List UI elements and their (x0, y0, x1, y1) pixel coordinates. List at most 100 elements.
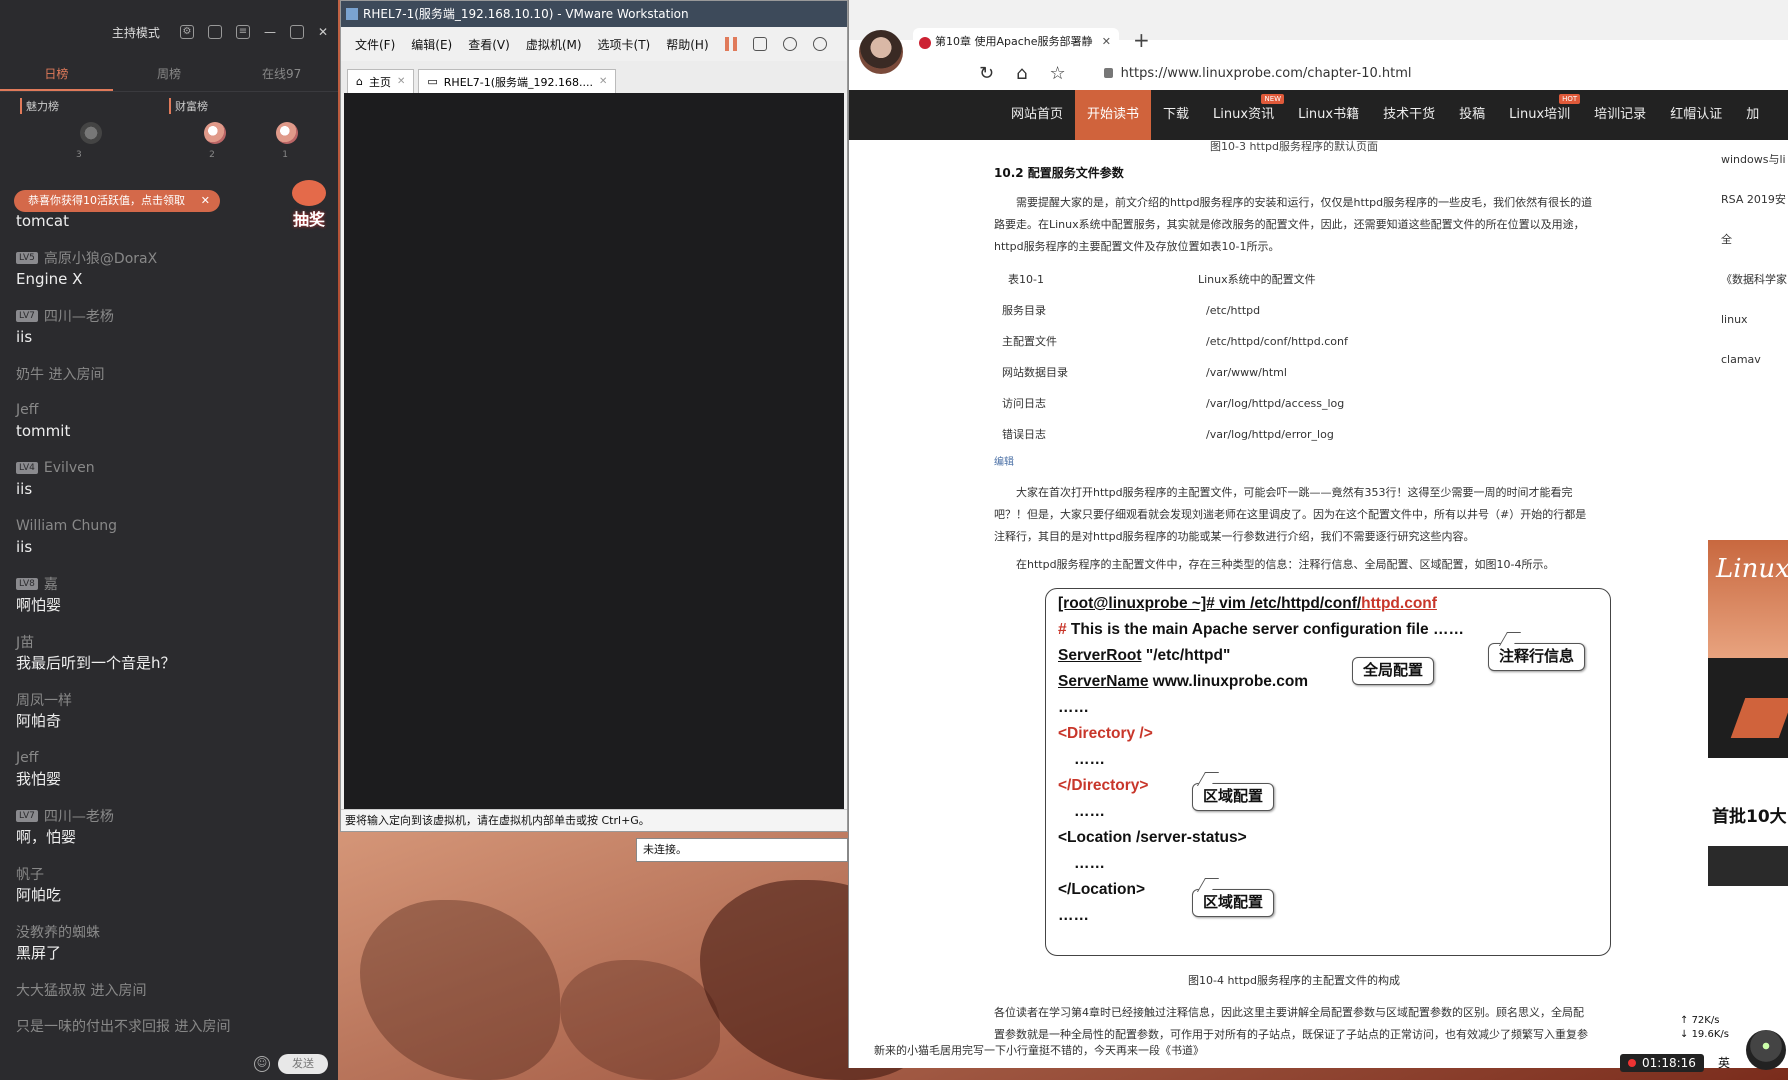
emoji-icon[interactable]: ☺ (254, 1056, 270, 1072)
star-icon[interactable]: ☆ (1050, 63, 1066, 84)
site-nav-item[interactable]: Linux书籍 (1286, 90, 1371, 140)
chat-message-text: 啊怕婴 (16, 596, 62, 614)
close-icon[interactable]: ✕ (201, 190, 210, 212)
chat-username[interactable]: Jeff (16, 750, 38, 766)
chat-username[interactable]: Jeff (16, 402, 38, 418)
chat-username[interactable]: 四川—老杨 (44, 806, 114, 826)
new-tab-icon[interactable]: + (1133, 28, 1150, 52)
maximize-icon[interactable] (289, 25, 304, 39)
chat-message: Jeff 我怕婴 (16, 748, 330, 790)
chat-username[interactable]: Evilven (44, 460, 95, 476)
chat-username-row: 没教养的蜘蛛 (16, 922, 330, 942)
avatar[interactable] (859, 30, 903, 74)
ad-banner[interactable] (1708, 658, 1788, 758)
ime-indicator[interactable]: 英 (1718, 1054, 1730, 1071)
vmware-menubar: 文件(F) 编辑(E) 查看(V) 虚拟机(M) 选项卡(T) 帮助(H) (341, 27, 847, 61)
avatar[interactable] (80, 122, 102, 144)
site-nav-item[interactable]: 培训记录 (1582, 90, 1658, 140)
chat-username[interactable]: William Chung (16, 518, 117, 534)
close-icon[interactable]: ✕ (318, 25, 328, 39)
chat-message: Jeff tommit (16, 400, 330, 442)
chat-message: LV4 Evilven iis (16, 458, 330, 500)
charm-rank-label[interactable]: 魅力榜 (20, 98, 59, 114)
figure-caption: 图10-3 httpd服务程序的默认页面 (1209, 140, 1379, 153)
menu-icon[interactable]: ≡ (235, 25, 250, 39)
lottery-button[interactable]: 抽奖 (286, 180, 332, 229)
menu-view[interactable]: 查看(V) (468, 36, 510, 53)
site-nav-item[interactable]: 技术干货 (1371, 90, 1447, 140)
browser-tab-title: 第10章 使用Apache服务部署静 (935, 35, 1093, 48)
table-row: 网站数据目录/var/www/html (994, 357, 1594, 388)
menu-tabs[interactable]: 选项卡(T) (598, 36, 651, 53)
tab-daily[interactable]: 日榜 (0, 64, 113, 91)
chat-username[interactable]: 没教养的蜘蛛 (16, 922, 100, 942)
table-row: 访问日志/var/log/httpd/access_log (994, 388, 1594, 419)
menu-help[interactable]: 帮助(H) (666, 36, 708, 53)
close-icon[interactable]: ✕ (397, 76, 405, 87)
settings-icon[interactable]: ⚙ (179, 25, 194, 39)
menu-edit[interactable]: 编辑(E) (411, 36, 452, 53)
edit-link[interactable]: 编辑 (994, 452, 1594, 474)
sidebar-link[interactable]: 《数据科学家 (1721, 260, 1788, 300)
location-open: <Location /server-status> (1058, 829, 1247, 846)
chat-username[interactable]: 帆子 (16, 864, 44, 884)
comment-line: # This is the main Apache server configu… (1058, 621, 1464, 639)
site-nav-item[interactable]: Linux培训 HOT (1497, 90, 1582, 140)
tab-weekly[interactable]: 周榜 (113, 64, 226, 91)
avatar[interactable] (276, 122, 298, 144)
site-nav-item[interactable]: 下载 (1151, 90, 1201, 140)
close-icon[interactable]: ✕ (599, 76, 607, 87)
chat-username[interactable]: 周凤一样 (16, 690, 72, 710)
menu-file[interactable]: 文件(F) (355, 36, 395, 53)
ad-banner[interactable]: 首批10大 (1708, 796, 1788, 886)
ad-banner[interactable]: Linux (1708, 540, 1788, 658)
serverroot-line: ServerRoot "/etc/httpd" (1058, 647, 1230, 665)
chat-username[interactable]: 四川—老杨 (44, 306, 114, 326)
site-nav-item[interactable]: 开始读书 (1075, 90, 1152, 140)
chat-username[interactable]: 奶牛 进入房间 (16, 364, 104, 384)
site-nav-item[interactable]: 红帽认证 (1658, 90, 1734, 140)
sidebar-link[interactable]: RSA 2019安全 (1721, 180, 1788, 260)
sidebar-link[interactable]: windows与li (1721, 140, 1788, 180)
vmware-titlebar[interactable]: RHEL7-1(服务端_192.168.10.10) - VMware Work… (341, 1, 847, 27)
chat-username[interactable]: 大大猛叔叔 进入房间 (16, 980, 146, 1000)
tab-online[interactable]: 在线97 (225, 64, 338, 91)
site-nav-item[interactable]: 加 (1734, 90, 1771, 140)
home-icon[interactable]: ⌂ (1016, 63, 1027, 84)
callout-zone-label: 区域配置 (1203, 788, 1264, 805)
menu-vm[interactable]: 虚拟机(M) (526, 36, 582, 53)
pin-icon[interactable] (207, 25, 222, 39)
tab-vm[interactable]: ▭ RHEL7-1(服务端_192.168.... ✕ (418, 69, 617, 93)
chat-username[interactable]: J苗 (16, 632, 34, 652)
address-bar[interactable]: https://www.linuxprobe.com/chapter-10.ht… (1103, 65, 1412, 81)
vm-screen[interactable] (344, 93, 844, 809)
chat-username[interactable]: 嘉 (44, 574, 58, 594)
send-keys-icon[interactable] (752, 37, 767, 51)
url-text: https://www.linuxprobe.com/chapter-10.ht… (1120, 65, 1412, 81)
chat-message: 周凤一样 阿帕奇 (16, 690, 330, 732)
callout-comment-label: 注释行信息 (1499, 648, 1575, 665)
ad-text: Linux (1716, 554, 1788, 584)
avatar[interactable] (204, 122, 226, 144)
ticker-text: 新来的小猫毛居用完写一下小行童挺不错的，今天再来一段《书道》 (874, 1044, 1204, 1057)
browser-tab[interactable]: 第10章 使用Apache服务部署静 ✕ (913, 28, 1119, 56)
level-badge: LV8 (16, 578, 38, 590)
table-cell-path: /var/log/httpd/error_log (1206, 427, 1334, 441)
wealth-rank-label[interactable]: 财富榜 (169, 98, 208, 114)
chat-username[interactable]: 只是一味的付出不求回报 进入房间 (16, 1016, 230, 1036)
gift-banner[interactable]: 恭喜你获得10活跃值，点击领取 ✕ (14, 190, 220, 212)
reload-icon[interactable]: ↻ (979, 63, 994, 84)
snapshot-icon[interactable] (782, 37, 797, 51)
pause-icon[interactable] (724, 37, 737, 51)
site-nav-item[interactable]: 投稿 (1447, 90, 1497, 140)
tab-home[interactable]: ⌂ 主页 ✕ (347, 69, 415, 93)
revert-icon[interactable] (812, 37, 827, 51)
chat-username[interactable]: 高原小狼@DoraX (44, 248, 157, 268)
site-nav-label: 投稿 (1459, 107, 1486, 122)
site-nav-item[interactable]: 网站首页 (999, 90, 1075, 140)
close-icon[interactable]: ✕ (1102, 28, 1111, 56)
send-button[interactable]: 发送 (278, 1054, 328, 1074)
site-nav-item[interactable]: Linux资讯 NEW (1201, 90, 1286, 140)
minimize-icon[interactable]: — (264, 25, 276, 39)
sidebar-link[interactable]: linux clamav (1721, 300, 1788, 380)
